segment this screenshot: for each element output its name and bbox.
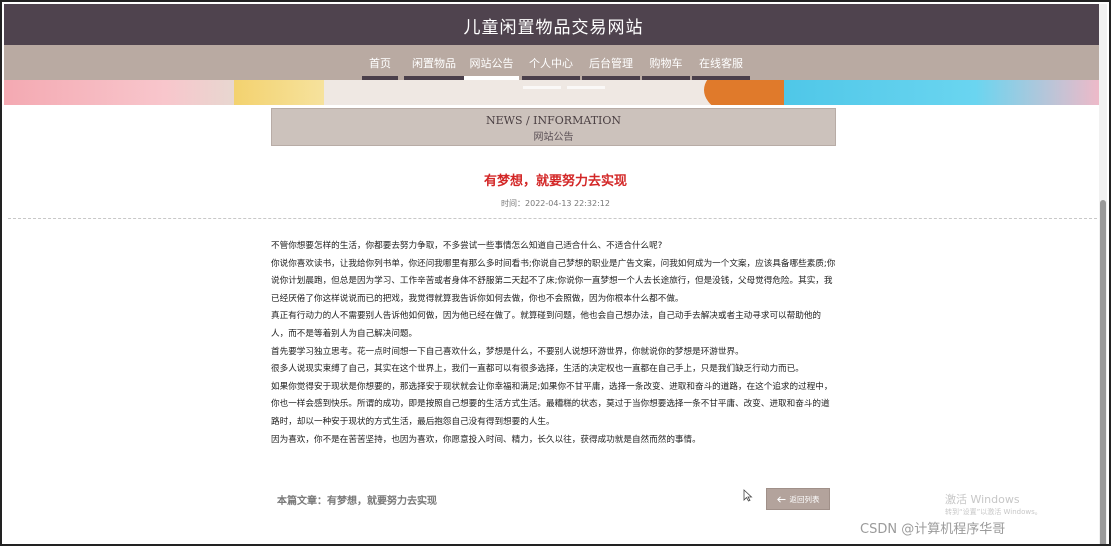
nav-label: 在线客服 [699, 56, 743, 70]
nav-label: 个人中心 [529, 56, 573, 70]
article-title: 有梦想，就要努力去实现 [483, 174, 627, 189]
nav-label: 购物车 [649, 56, 683, 70]
nav-items: 首页 闲置物品 网站公告 个人中心 后台管理 购物车 在线客服 [362, 45, 750, 80]
site-header: 儿童闲置物品交易网站 [4, 4, 1103, 45]
main-nav: 首页 闲置物品 网站公告 个人中心 后台管理 购物车 在线客服 [4, 45, 1103, 80]
nav-cart[interactable]: 购物车 [642, 45, 690, 80]
nav-label: 后台管理 [589, 56, 633, 70]
article-paragraph: 因为喜欢，你不是在苦苦坚持，也因为喜欢，你愿意投入时间、精力，长久以往，获得成功… [271, 434, 701, 445]
carousel-indicators [523, 86, 605, 89]
article-paragraph: 首先要学习独立思考。花一点时间想一下自己喜欢什么，梦想是什么，不要别人说想环游世… [271, 346, 744, 357]
article-paragraph: 真正有行动力的人不需要别人告诉他如何做，因为他已经在做了。就算碰到问题，他也会自… [271, 311, 822, 339]
nav-idle-items[interactable]: 闲置物品 [404, 45, 464, 80]
article-paragraph: 如果你觉得安于现状是你想要的，那选择安于现状就会让你幸福和满足;如果你不甘平庸，… [271, 381, 833, 427]
article-paragraph: 不管你想要怎样的生活，你都要去努力争取，不多尝试一些事情怎么知道自己适合什么、不… [271, 241, 663, 251]
nav-home[interactable]: 首页 [362, 45, 398, 80]
banner-image-segment [234, 80, 324, 105]
divider [8, 218, 1097, 219]
article-paragraph: 很多人说现实束缚了自己，其实在这个世界上，我们一直都可以有很多选择，生活的决定权… [271, 364, 804, 375]
site-title: 儿童闲置物品交易网站 [463, 18, 644, 38]
carousel-dot[interactable] [567, 86, 605, 89]
nav-personal-center[interactable]: 个人中心 [522, 45, 580, 80]
mouse-cursor-icon [743, 489, 753, 502]
section-title-en: NEWS / INFORMATION [485, 114, 622, 127]
article-paragraph: 你说你喜欢读书，让我给你列书单，你还问我哪里有那么多时间看书;你说自己梦想的职业… [271, 258, 836, 304]
section-title-cn: 网站公告 [533, 132, 574, 143]
banner-image-segment [324, 80, 714, 105]
section-header: NEWS / INFORMATION 网站公告 [271, 108, 836, 146]
article-time: 时间：2022-04-13 22:32:12 [501, 199, 610, 208]
banner-image-segment [784, 80, 1103, 105]
banner-image-segment [4, 80, 234, 105]
csdn-watermark: CSDN @计算机程序华哥 [860, 522, 1006, 537]
carousel-dot[interactable] [523, 86, 561, 89]
article-footer-label: 本篇文章：有梦想，就要努力去实现 [277, 496, 437, 507]
page-scrollbar[interactable] [1099, 4, 1107, 544]
back-to-list-button[interactable]: 返回列表 [766, 488, 830, 510]
nav-label: 闲置物品 [412, 56, 456, 70]
banner-carousel [4, 80, 1103, 105]
nav-announcements[interactable]: 网站公告 [464, 45, 519, 80]
nav-online-service[interactable]: 在线客服 [692, 45, 750, 80]
windows-activation-hint: 转到“设置”以激活 Windows。 [945, 508, 1042, 516]
nav-label: 首页 [369, 56, 391, 70]
article-body: 不管你想要怎样的生活，你都要去努力争取，不多尝试一些事情怎么知道自己适合什么、不… [271, 238, 837, 449]
browser-frame: 儿童闲置物品交易网站 首页 闲置物品 网站公告 个人中心 后台管理 购物车 在线… [0, 0, 1111, 546]
nav-admin[interactable]: 后台管理 [582, 45, 640, 80]
arrow-left-icon [776, 495, 785, 503]
scrollbar-thumb[interactable] [1100, 200, 1106, 544]
back-button-label: 返回列表 [789, 494, 820, 504]
windows-activation-watermark: 激活 Windows [945, 493, 1020, 506]
nav-label: 网站公告 [469, 56, 514, 70]
